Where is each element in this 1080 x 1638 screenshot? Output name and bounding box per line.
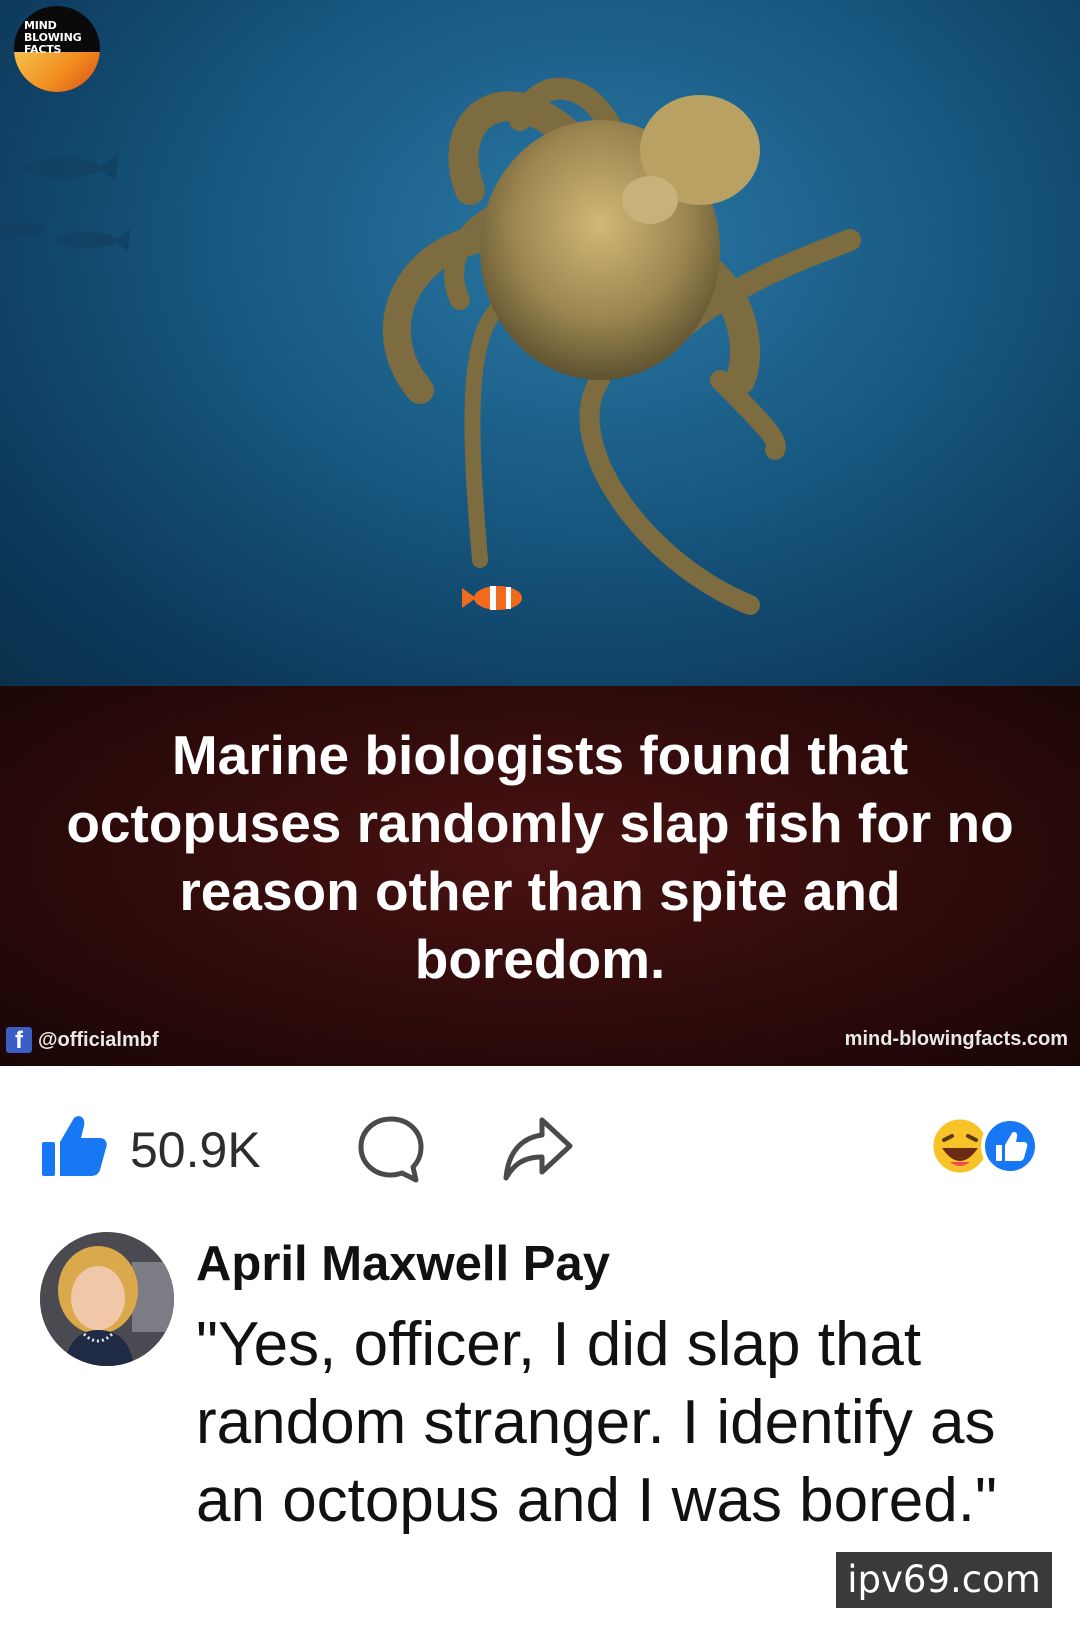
comment-icon[interactable] — [356, 1114, 426, 1184]
comment-text: "Yes, officer, I did slap that random st… — [196, 1310, 997, 1535]
facebook-icon: f — [6, 1027, 32, 1053]
share-icon[interactable] — [502, 1114, 574, 1184]
post-action-bar: 50.9K — [0, 1066, 1080, 1222]
facebook-handle: f @officialmbf — [6, 1026, 159, 1054]
avatar-photo — [40, 1232, 174, 1366]
reaction-icons[interactable] — [928, 1114, 1042, 1178]
laugh-reaction-icon — [930, 1116, 990, 1176]
like-count[interactable]: 50.9K — [130, 1122, 261, 1178]
post-headline: Marine biologists found that octopuses r… — [66, 724, 1014, 990]
source-site: mind-blowingfacts.com — [844, 1028, 1068, 1050]
logo-text: MIND BLOWING FACTS — [24, 20, 96, 56]
octopus-illustration — [0, 77, 861, 615]
post-image[interactable]: MIND BLOWING FACTS — [0, 0, 1080, 686]
watermark: ipv69.com — [836, 1552, 1052, 1608]
like-reaction-icon — [981, 1117, 1039, 1175]
mind-blowing-facts-logo[interactable]: MIND BLOWING FACTS — [14, 6, 100, 92]
clownfish — [462, 586, 522, 610]
logo-accent — [14, 52, 100, 92]
background-fish — [0, 154, 130, 252]
logo-word-3: FACTS — [24, 43, 62, 56]
caption-banner: Marine biologists found that octopuses r… — [0, 686, 1080, 1066]
avatar[interactable] — [40, 1232, 174, 1366]
handle-text: @officialmbf — [38, 1028, 159, 1051]
thumbs-up-icon[interactable] — [40, 1112, 108, 1180]
comment-author[interactable]: April Maxwell Pay — [196, 1234, 610, 1294]
